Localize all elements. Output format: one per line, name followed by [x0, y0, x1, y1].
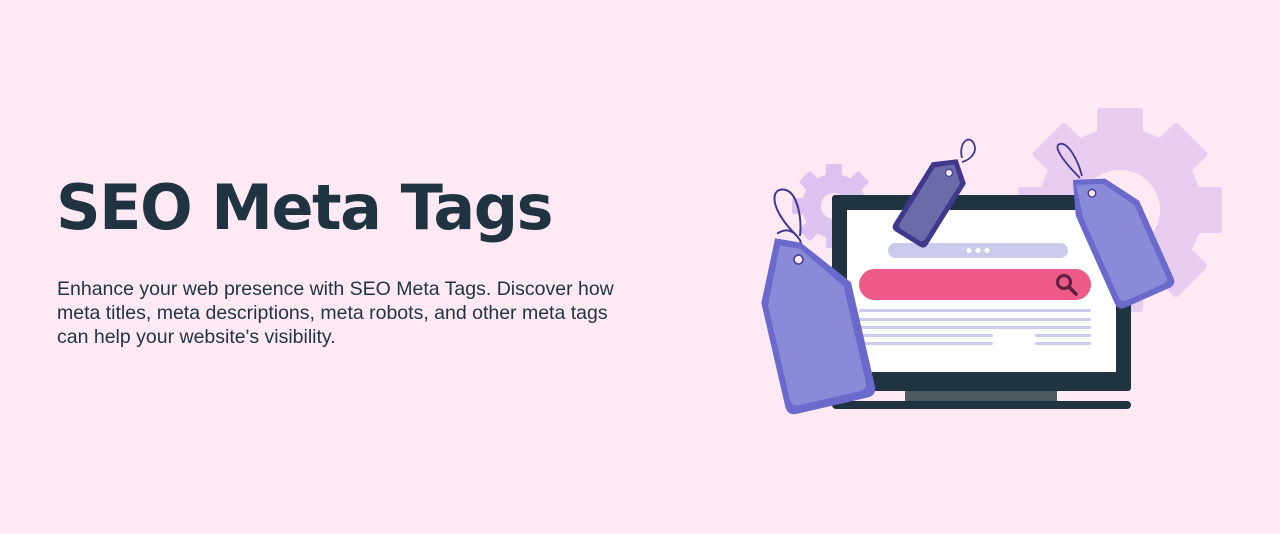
seo-meta-tags-banner: SEO Meta Tags Enhance your web presence … [0, 0, 1280, 534]
description-line: Enhance your web presence with SEO Meta … [57, 278, 614, 300]
description-line: meta titles, meta descriptions, meta rob… [57, 302, 608, 324]
page-title: SEO Meta Tags [56, 171, 554, 244]
page-description: Enhance your web presence with SEO Meta … [57, 277, 717, 349]
description-line: can help your website's visibility. [57, 326, 336, 348]
seo-illustration [761, 108, 1222, 415]
